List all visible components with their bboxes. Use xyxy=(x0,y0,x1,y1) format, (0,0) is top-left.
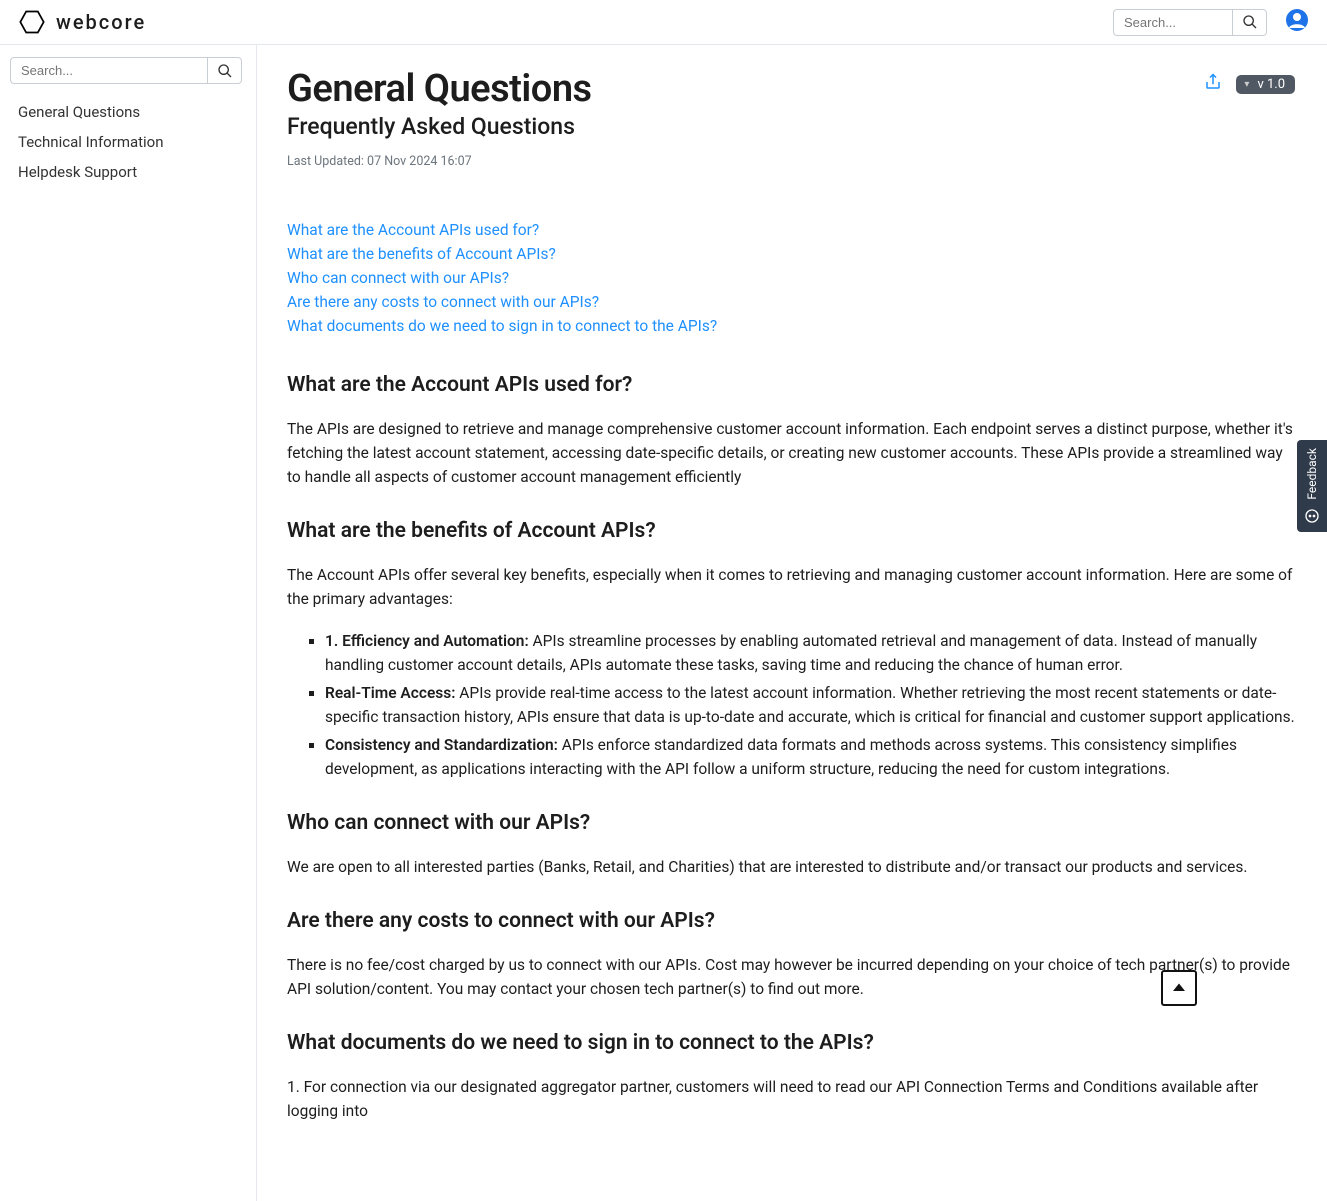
title-row: General Questions ▾ v 1.0 xyxy=(287,67,1295,111)
list-item-text: APIs provide real-time access to the lat… xyxy=(325,684,1295,726)
section-paragraph: 1. For connection via our designated agg… xyxy=(287,1075,1295,1123)
sidebar-search-input[interactable] xyxy=(10,57,208,84)
top-header: webcore xyxy=(0,0,1327,45)
toc-link[interactable]: Are there any costs to connect with our … xyxy=(287,293,1295,311)
benefits-list: 1. Efficiency and Automation: APIs strea… xyxy=(287,629,1295,781)
section-heading: What documents do we need to sign in to … xyxy=(287,1031,1295,1055)
brand-name: webcore xyxy=(56,10,146,34)
section-heading: What are the Account APIs used for? xyxy=(287,373,1295,397)
search-icon xyxy=(217,63,233,79)
toc-link[interactable]: What are the Account APIs used for? xyxy=(287,221,1295,239)
sidebar-item-general-questions[interactable]: General Questions xyxy=(10,98,246,126)
last-updated: Last Updated: 07 Nov 2024 16:07 xyxy=(287,154,1295,169)
sidebar-search-button[interactable] xyxy=(208,57,242,84)
version-badge[interactable]: ▾ v 1.0 xyxy=(1236,75,1295,94)
scroll-to-top-button[interactable] xyxy=(1161,970,1197,1006)
list-item-strong: Consistency and Standardization: xyxy=(325,736,558,754)
section-heading: What are the benefits of Account APIs? xyxy=(287,519,1295,543)
sidebar: General Questions Technical Information … xyxy=(0,45,257,1201)
toc: What are the Account APIs used for? What… xyxy=(287,221,1295,335)
section-paragraph: The APIs are designed to retrieve and ma… xyxy=(287,417,1295,489)
header-search-input[interactable] xyxy=(1113,9,1233,36)
brand[interactable]: webcore xyxy=(18,8,146,36)
user-avatar-icon[interactable] xyxy=(1285,8,1309,36)
section-heading: Who can connect with our APIs? xyxy=(287,811,1295,835)
share-icon[interactable] xyxy=(1204,73,1222,95)
version-label: v 1.0 xyxy=(1257,77,1285,92)
feedback-tab[interactable]: Feedback xyxy=(1297,440,1327,532)
page-subtitle: Frequently Asked Questions xyxy=(287,113,1295,140)
section-paragraph: We are open to all interested parties (B… xyxy=(287,855,1295,879)
list-item: 1. Efficiency and Automation: APIs strea… xyxy=(325,629,1295,677)
section-paragraph: There is no fee/cost charged by us to co… xyxy=(287,953,1295,1001)
search-icon xyxy=(1242,14,1258,30)
logo-hexagon-icon xyxy=(18,8,46,36)
list-item: Real-Time Access: APIs provide real-time… xyxy=(325,681,1295,729)
list-item-strong: 1. Efficiency and Automation: xyxy=(325,632,529,650)
toc-link[interactable]: What are the benefits of Account APIs? xyxy=(287,245,1295,263)
list-item: Consistency and Standardization: APIs en… xyxy=(325,733,1295,781)
chevron-down-icon: ▾ xyxy=(1244,79,1249,90)
sidebar-item-technical-information[interactable]: Technical Information xyxy=(10,128,246,156)
section-paragraph: The Account APIs offer several key benef… xyxy=(287,563,1295,611)
toc-link[interactable]: Who can connect with our APIs? xyxy=(287,269,1295,287)
feedback-chat-icon xyxy=(1304,508,1320,524)
header-search xyxy=(1113,9,1267,36)
section-heading: Are there any costs to connect with our … xyxy=(287,909,1295,933)
sidebar-search xyxy=(10,57,246,84)
feedback-label: Feedback xyxy=(1305,448,1319,500)
header-search-button[interactable] xyxy=(1233,9,1267,36)
toc-link[interactable]: What documents do we need to sign in to … xyxy=(287,317,1295,335)
title-actions: ▾ v 1.0 xyxy=(1204,73,1295,95)
sidebar-item-helpdesk-support[interactable]: Helpdesk Support xyxy=(10,158,246,186)
header-right xyxy=(1113,8,1309,36)
list-item-strong: Real-Time Access: xyxy=(325,684,455,702)
scroll-top-icon xyxy=(1170,979,1188,997)
page-title: General Questions xyxy=(287,67,592,111)
main-content: General Questions ▾ v 1.0 Frequently Ask… xyxy=(257,45,1327,1201)
main-container: General Questions Technical Information … xyxy=(0,45,1327,1201)
